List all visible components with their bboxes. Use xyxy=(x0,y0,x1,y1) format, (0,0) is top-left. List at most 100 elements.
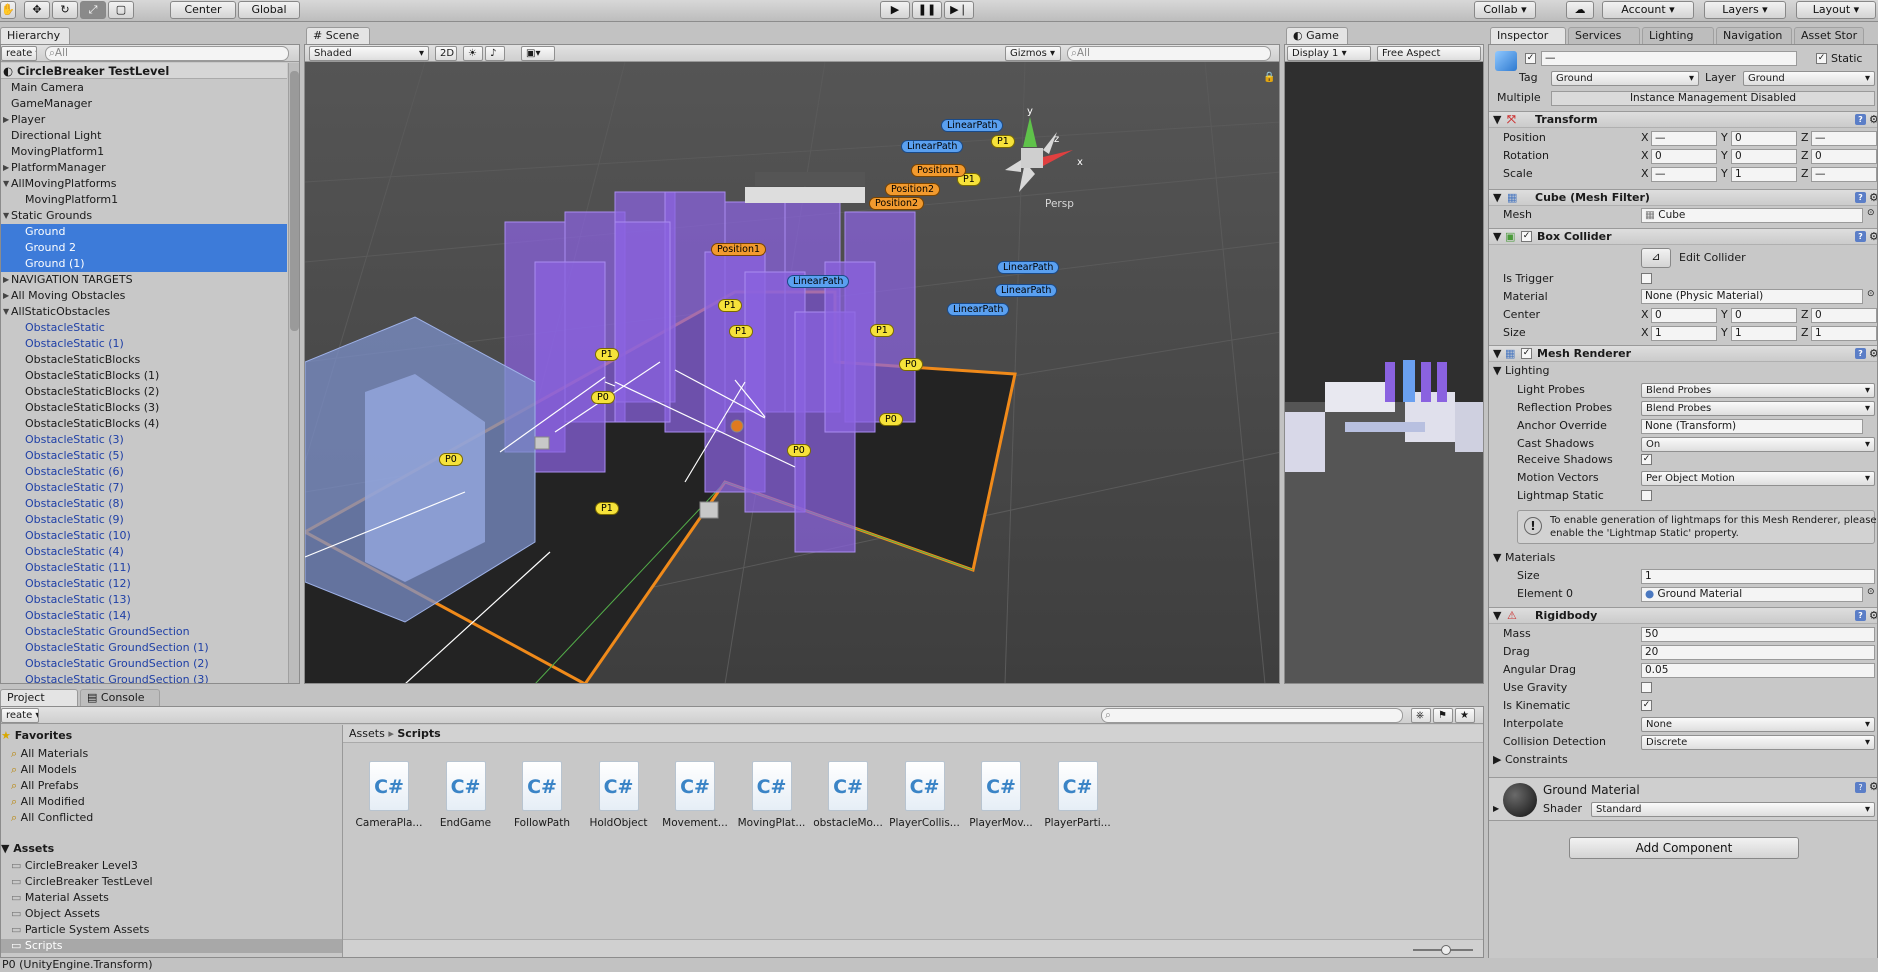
box-collider-header[interactable]: ▼ ▣ ✓ Box Collider ? ⚙ xyxy=(1489,228,1877,245)
materials-foldout[interactable]: ▼ Materials xyxy=(1493,551,1555,565)
asset-folder-item[interactable]: ▭ Particle System Assets xyxy=(1,923,342,937)
hierarchy-item[interactable]: Main Camera xyxy=(1,80,287,96)
tab-scene[interactable]: # Scene xyxy=(306,27,370,44)
settings-gear-icon[interactable]: ⚙ xyxy=(1869,780,1877,793)
scale-tool-button[interactable]: ⤢ xyxy=(80,1,106,19)
add-component-button[interactable]: Add Component xyxy=(1569,837,1799,859)
lighting-foldout[interactable]: ▼ Lighting xyxy=(1493,364,1549,378)
renderer-setting-dropdown[interactable]: Blend Probes ▾ xyxy=(1641,401,1875,416)
hierarchy-item[interactable]: ObstacleStatic (1) xyxy=(1,336,287,352)
hierarchy-item[interactable]: ObstacleStaticBlocks (1) xyxy=(1,368,287,384)
hierarchy-item[interactable]: ObstacleStatic (9) xyxy=(1,512,287,528)
help-icon[interactable]: ? xyxy=(1855,610,1866,621)
mesh-filter-header[interactable]: ▼ ▦ Cube (Mesh Filter) ? ⚙ xyxy=(1489,189,1877,206)
hierarchy-item[interactable]: Ground xyxy=(1,224,287,240)
expand-arrow-icon[interactable]: ▼ xyxy=(3,208,9,224)
space-toggle[interactable]: Global xyxy=(238,1,300,19)
object-picker-icon[interactable]: ⊙ xyxy=(1867,208,1875,218)
favorite-star-icon[interactable]: ★ xyxy=(1455,708,1475,723)
hierarchy-item[interactable]: ObstacleStatic (8) xyxy=(1,496,287,512)
scene-lock-icon[interactable]: 🔒 xyxy=(1263,71,1275,83)
hierarchy-scene-header[interactable]: ◐ CircleBreaker TestLevel xyxy=(1,63,287,79)
project-create-dropdown[interactable]: reate ▾ xyxy=(1,708,39,723)
favorite-item[interactable]: ⌕ All Materials xyxy=(11,747,88,761)
hierarchy-item[interactable]: ObstacleStatic (7) xyxy=(1,480,287,496)
object-name-input[interactable]: — xyxy=(1541,51,1797,66)
constraints-foldout[interactable]: ▶ Constraints xyxy=(1493,753,1568,767)
audio-toggle-icon[interactable]: ♪ xyxy=(485,46,505,61)
hierarchy-item[interactable]: ObstacleStatic (10) xyxy=(1,528,287,544)
tab-hierarchy[interactable]: Hierarchy xyxy=(0,27,70,44)
mesh-renderer-enabled-checkbox[interactable]: ✓ xyxy=(1521,348,1532,359)
renderer-setting-dropdown[interactable]: None (Transform) xyxy=(1641,419,1863,434)
object-picker-icon[interactable]: ⊙ xyxy=(1867,587,1875,597)
csharp-script-icon[interactable]: C# xyxy=(675,761,715,811)
asset-folder-item[interactable]: ▭ Object Assets xyxy=(1,907,342,921)
hierarchy-create-dropdown[interactable]: reate ▾ xyxy=(1,46,37,61)
scene-search-input[interactable]: ⌕All xyxy=(1067,46,1271,61)
csharp-script-icon[interactable]: C# xyxy=(904,761,945,811)
asset-folder-item[interactable]: ▭ CircleBreaker Level3 xyxy=(1,859,342,873)
collision-detection-dropdown[interactable]: Discrete ▾ xyxy=(1641,735,1875,750)
axis-z-field[interactable]: 0 xyxy=(1811,308,1877,323)
rotate-tool-button[interactable]: ↻ xyxy=(52,1,78,19)
csharp-script-icon[interactable]: C# xyxy=(598,761,639,811)
hierarchy-item[interactable]: ObstacleStaticBlocks xyxy=(1,352,287,368)
hierarchy-item[interactable]: ▶ All Moving Obstacles xyxy=(1,288,287,304)
gizmos-dropdown[interactable]: Gizmos ▾ xyxy=(1005,46,1061,61)
mesh-renderer-header[interactable]: ▼ ▦ ✓ Mesh Renderer ? ⚙ xyxy=(1489,345,1877,362)
box-collider-enabled-checkbox[interactable]: ✓ xyxy=(1521,231,1532,242)
move-tool-button[interactable]: ✥ xyxy=(24,1,50,19)
hierarchy-item[interactable]: ObstacleStatic GroundSection (2) xyxy=(1,656,287,672)
is-trigger-checkbox[interactable] xyxy=(1641,273,1652,284)
breadcrumb-scripts[interactable]: Scripts xyxy=(397,727,440,740)
layer-dropdown[interactable]: Ground ▾ xyxy=(1743,71,1875,86)
expand-arrow-icon[interactable]: ▶ xyxy=(3,112,9,128)
pivot-toggle[interactable]: Center xyxy=(170,1,236,19)
asset-folder-item[interactable]: ▭ Scripts xyxy=(1,939,342,953)
hierarchy-item[interactable]: MovingPlatform1 xyxy=(1,144,287,160)
layout-dropdown[interactable]: Layout ▾ xyxy=(1796,1,1876,19)
hierarchy-item[interactable]: ObstacleStatic (4) xyxy=(1,544,287,560)
mass-field[interactable]: 50 xyxy=(1641,627,1875,642)
axis-x-field[interactable]: 0 xyxy=(1651,308,1717,323)
hierarchy-item[interactable]: ObstacleStatic (11) xyxy=(1,560,287,576)
hierarchy-item[interactable]: ▶ PlatformManager xyxy=(1,160,287,176)
renderer-setting-dropdown[interactable]: Blend Probes ▾ xyxy=(1641,383,1875,398)
material-foldout-arrow[interactable]: ▶ xyxy=(1493,804,1499,813)
static-checkbox[interactable]: ✓ xyxy=(1816,53,1827,64)
tab-project[interactable]: Project xyxy=(0,689,78,706)
hierarchy-item[interactable]: ObstacleStatic (6) xyxy=(1,464,287,480)
edit-collider-button[interactable]: ⊿ xyxy=(1641,248,1671,268)
hierarchy-item[interactable]: ObstacleStatic (12) xyxy=(1,576,287,592)
assets-header[interactable]: ▼ Assets xyxy=(1,842,54,856)
hierarchy-item[interactable]: ObstacleStatic GroundSection (1) xyxy=(1,640,287,656)
axis-z-field[interactable]: — xyxy=(1811,131,1877,146)
favorite-item[interactable]: ⌕ All Models xyxy=(11,763,77,777)
object-picker-icon[interactable]: ⊙ xyxy=(1867,289,1875,299)
expand-arrow-icon[interactable]: ▼ xyxy=(3,304,9,320)
expand-arrow-icon[interactable]: ▶ xyxy=(3,160,9,176)
favorites-header[interactable]: ★ Favorites xyxy=(1,729,72,743)
csharp-script-icon[interactable]: C# xyxy=(445,761,486,811)
cloud-button[interactable]: ☁ xyxy=(1566,1,1594,19)
filter-label-icon[interactable]: ⚑ xyxy=(1433,708,1453,723)
scene-viewport[interactable]: y z x Persp 🔒 xyxy=(305,62,1280,684)
tab-console[interactable]: ▤ Console xyxy=(80,689,160,706)
breadcrumb-assets[interactable]: Assets xyxy=(349,727,385,740)
tab-lighting[interactable]: Lighting xyxy=(1642,27,1714,44)
hierarchy-item[interactable]: Ground (1) xyxy=(1,256,287,272)
csharp-script-icon[interactable]: C# xyxy=(828,761,868,811)
hierarchy-item[interactable]: ObstacleStatic (14) xyxy=(1,608,287,624)
hierarchy-item[interactable]: ▼ Static Grounds xyxy=(1,208,287,224)
hierarchy-item[interactable]: ObstacleStaticBlocks (3) xyxy=(1,400,287,416)
aspect-dropdown[interactable]: Free Aspect xyxy=(1377,46,1481,61)
axis-y-field[interactable]: 0 xyxy=(1731,131,1797,146)
csharp-script-icon[interactable]: C# xyxy=(522,761,562,811)
renderer-setting-dropdown[interactable]: On ▾ xyxy=(1641,437,1875,452)
rigidbody-header[interactable]: ▼ ⚠ Rigidbody ? ⚙ xyxy=(1489,607,1877,624)
axis-y-field[interactable]: 1 xyxy=(1731,167,1797,182)
hierarchy-search-input[interactable]: ⌕All xyxy=(45,46,289,61)
display-dropdown[interactable]: Display 1 ▾ xyxy=(1287,46,1371,61)
tab-navigation[interactable]: Navigation xyxy=(1716,27,1792,44)
